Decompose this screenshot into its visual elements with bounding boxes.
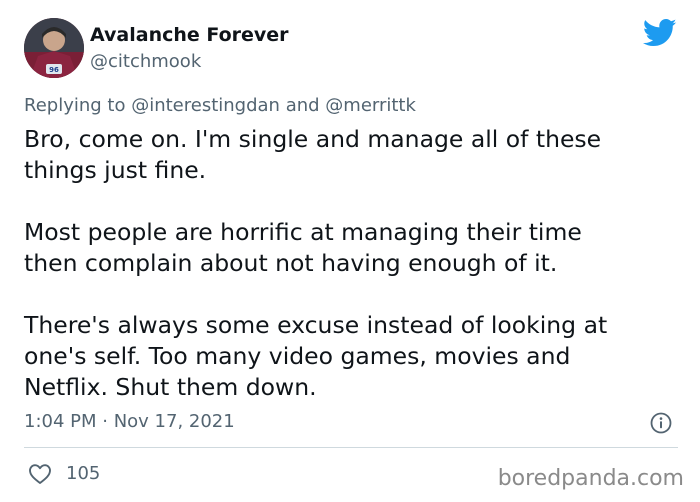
mention-link[interactable]: @interestingdan	[131, 95, 280, 116]
replying-to-joiner: and	[279, 95, 326, 116]
user-handle[interactable]: @citchmook	[90, 50, 201, 74]
hockey-player-avatar-icon: 96	[24, 18, 84, 78]
tweet-line: Netflix. Shut them down.	[24, 373, 317, 401]
display-name[interactable]: Avalanche Forever	[90, 22, 289, 48]
tweet-line: things just fine.	[24, 156, 207, 184]
avatar[interactable]: 96	[24, 18, 84, 78]
watermark: boredpanda.com	[497, 466, 684, 491]
svg-text:96: 96	[49, 66, 59, 74]
tweet-paragraph: Most people are horrific at managing the…	[24, 217, 684, 279]
tweet-paragraph: There's always some excuse instead of lo…	[24, 310, 684, 403]
twitter-bird-icon[interactable]	[643, 18, 677, 48]
tweet-line: then complain about not having enough of…	[24, 249, 558, 277]
divider	[24, 447, 678, 448]
tweet-paragraph: Bro, come on. I'm single and manage all …	[24, 124, 684, 186]
like-count: 105	[66, 463, 101, 484]
heart-icon[interactable]	[28, 463, 52, 485]
replying-to-prefix: Replying to	[24, 95, 132, 116]
replying-to-line: Replying to @interestingdan and @merritt…	[24, 94, 416, 118]
info-icon[interactable]	[650, 412, 672, 434]
tweet-line: There's always some excuse instead of lo…	[24, 311, 608, 339]
tweet-line: Most people are horrific at managing the…	[24, 218, 582, 246]
tweet-line: one's self. Too many video games, movies…	[24, 342, 571, 370]
mention-link[interactable]: @merrittk	[325, 95, 416, 116]
tweet-timestamp[interactable]: 1:04 PM · Nov 17, 2021	[24, 410, 235, 434]
tweet-line: Bro, come on. I'm single and manage all …	[24, 125, 602, 153]
tweet-text: Bro, come on. I'm single and manage all …	[24, 124, 684, 403]
